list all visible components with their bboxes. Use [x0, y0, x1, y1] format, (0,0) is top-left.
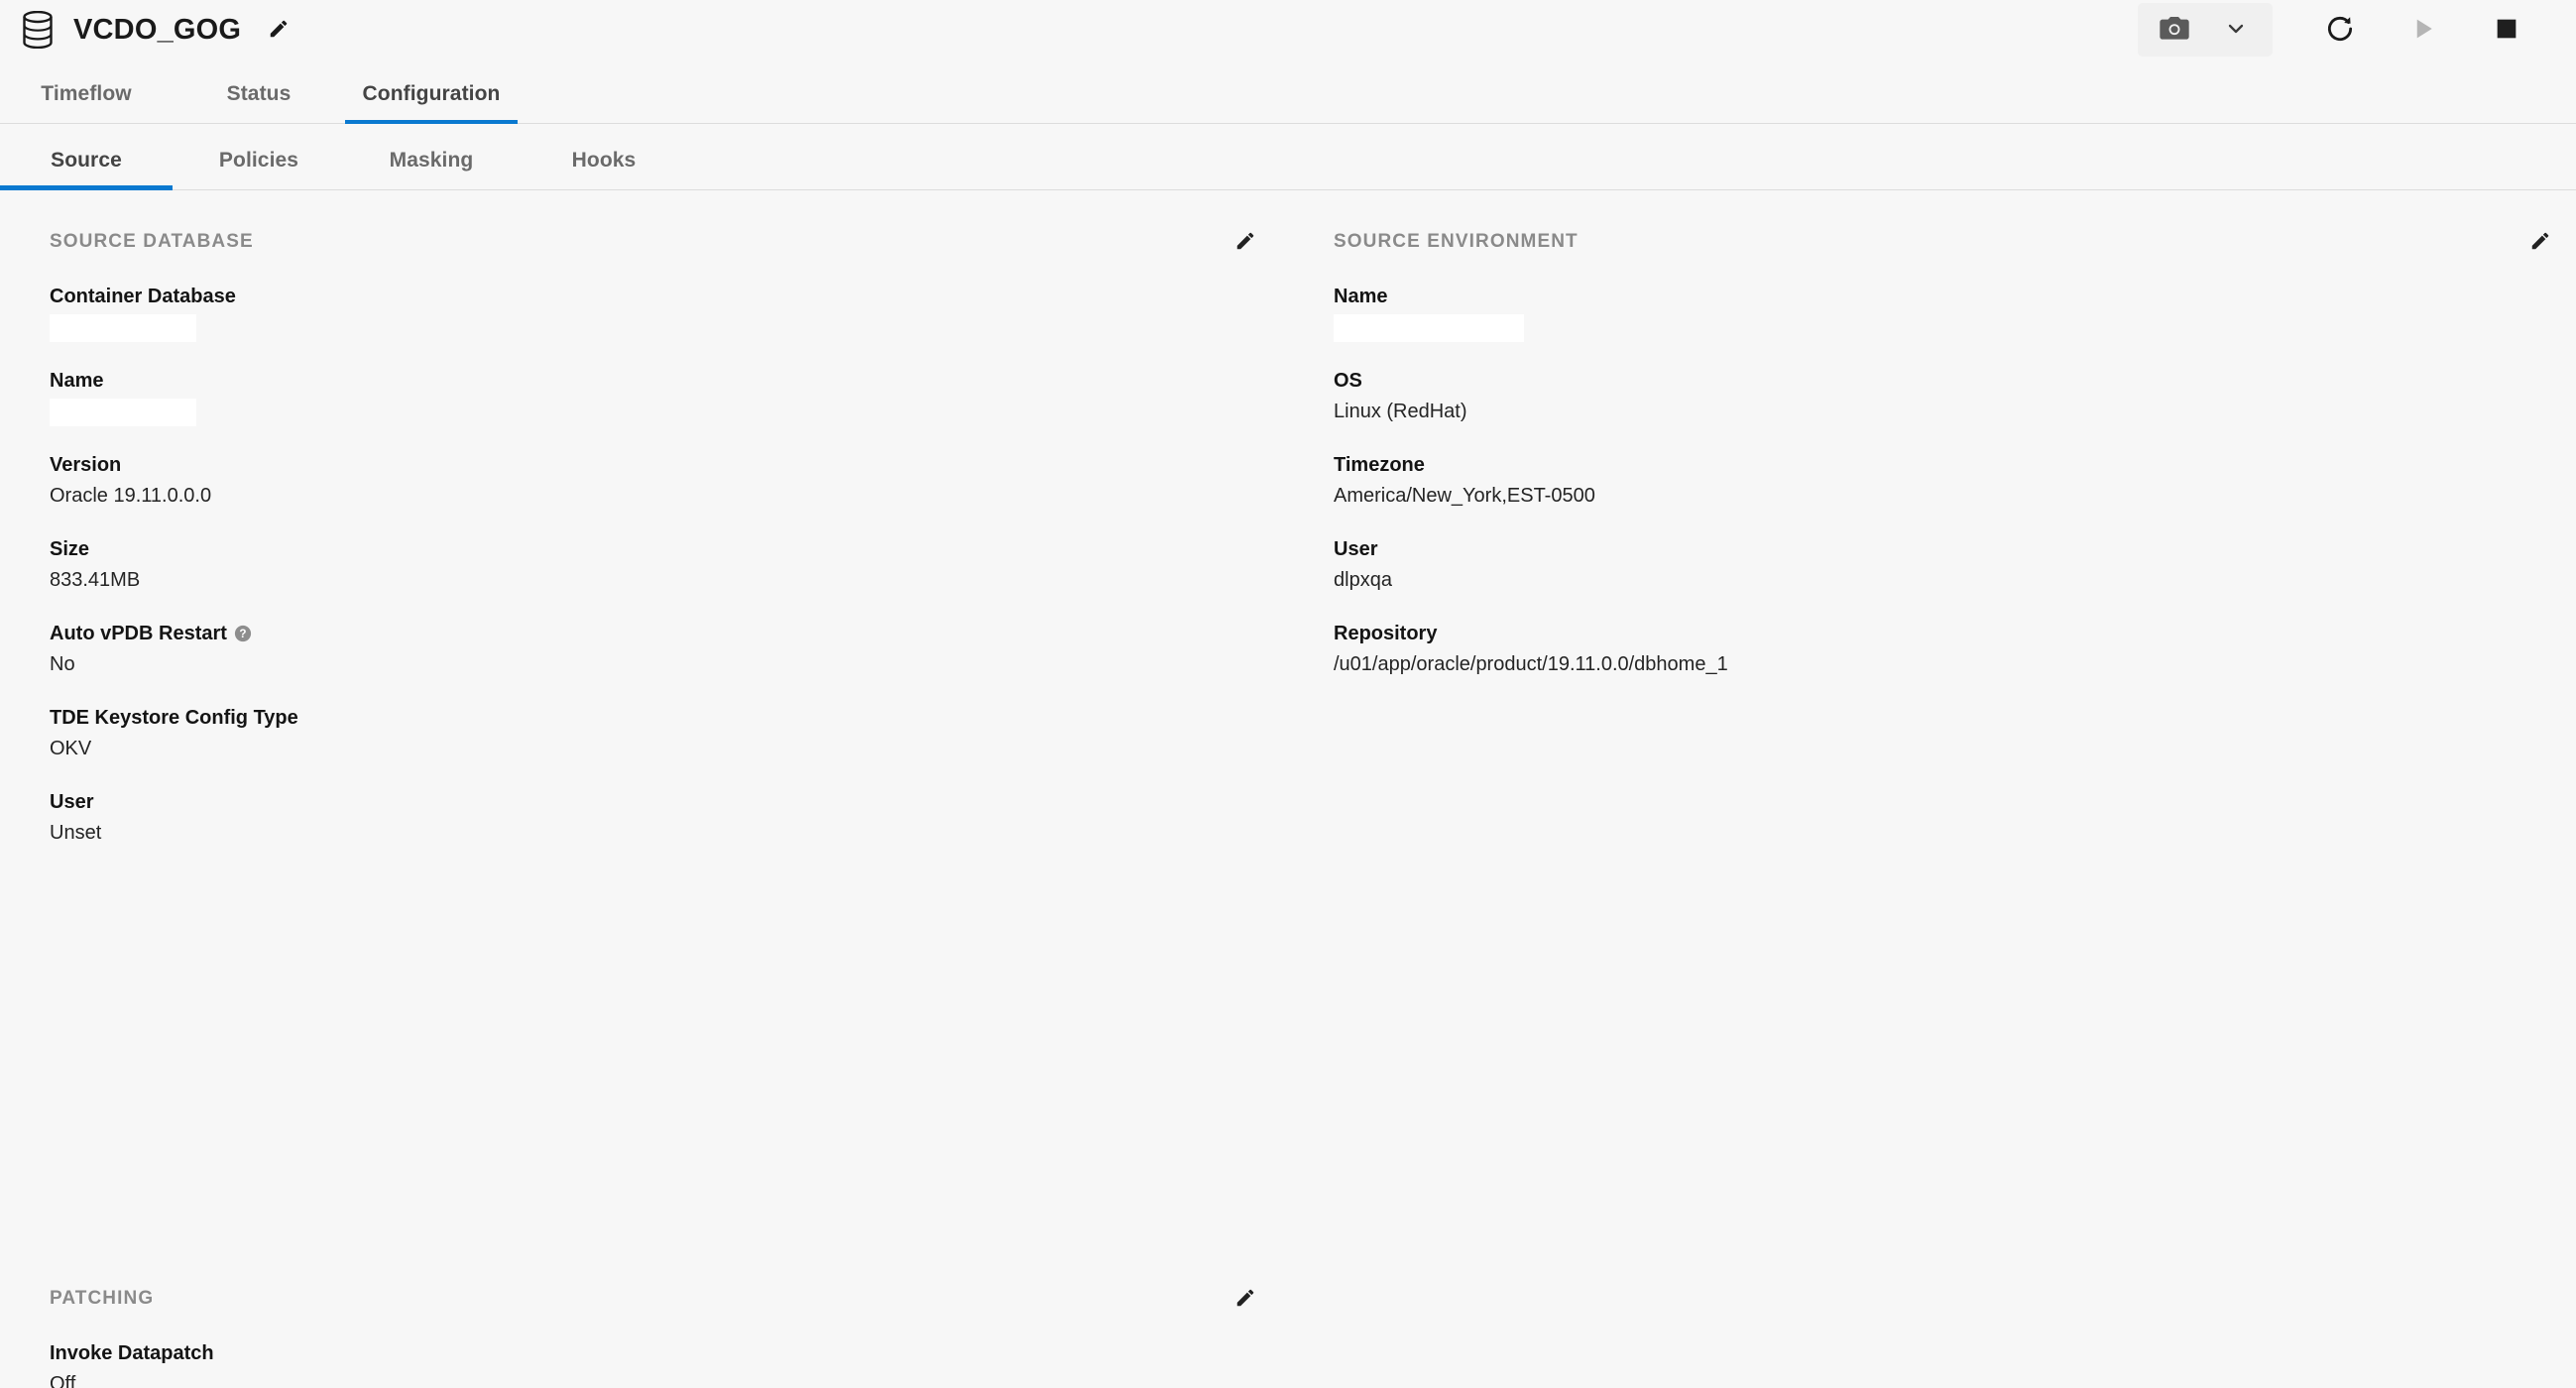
- help-icon[interactable]: ?: [234, 625, 252, 642]
- primary-tab-bar: Timeflow Status Configuration: [0, 59, 2576, 124]
- pencil-icon: [2529, 230, 2551, 255]
- svg-text:?: ?: [239, 628, 246, 640]
- configuration-source-content: SOURCE DATABASE Container Database Name: [0, 190, 2576, 1388]
- stop-button[interactable]: [2465, 3, 2548, 57]
- tab-masking[interactable]: Masking: [345, 149, 518, 190]
- patching-panel: PATCHING Invoke Datapatch Off Custom Env…: [0, 1283, 2576, 1388]
- field-label: User: [1334, 538, 1378, 560]
- source-database-section-header: SOURCE DATABASE: [50, 226, 1284, 258]
- field-value: 833.41MB: [50, 569, 141, 591]
- snapshot-dropdown-button[interactable]: [2205, 3, 2267, 57]
- field-value: No: [50, 653, 75, 675]
- field-label: OS: [1334, 370, 1362, 392]
- chevron-down-icon: [2224, 17, 2248, 44]
- pencil-icon: [1234, 1287, 1256, 1312]
- refresh-icon: [2324, 13, 2356, 48]
- refresh-button[interactable]: [2298, 3, 2382, 57]
- field-value: OKV: [50, 738, 92, 759]
- edit-patching-button[interactable]: [1224, 1277, 1267, 1321]
- field-label: Name: [1334, 286, 1388, 307]
- field-value: Unset: [50, 822, 102, 844]
- database-icon: [16, 8, 59, 52]
- field-auto-vpdb-restart: Auto vPDB Restart ? No: [50, 620, 1284, 679]
- header-actions: [2138, 3, 2548, 57]
- field-value: Off: [50, 1373, 76, 1388]
- pencil-icon: [268, 18, 290, 43]
- field-label: Size: [50, 538, 90, 560]
- field-value: dlpxqa: [1334, 569, 1392, 591]
- edit-title-button[interactable]: [259, 10, 298, 50]
- field-container-database: Container Database: [50, 283, 1284, 342]
- tab-timeflow[interactable]: Timeflow: [0, 82, 173, 124]
- tab-status[interactable]: Status: [173, 82, 345, 124]
- field-version: Version Oracle 19.11.0.0.0: [50, 451, 1284, 511]
- field-label: Invoke Datapatch: [50, 1342, 214, 1364]
- field-repository: Repository /u01/app/oracle/product/19.11…: [1334, 620, 2576, 679]
- app-header: VCDO_GOG: [0, 0, 2576, 59]
- edit-source-database-button[interactable]: [1224, 220, 1267, 264]
- field-label: User: [50, 791, 94, 813]
- play-icon: [2408, 14, 2438, 47]
- pencil-icon: [1234, 230, 1256, 255]
- field-value: /u01/app/oracle/product/19.11.0.0/dbhome…: [1334, 653, 1728, 675]
- tab-configuration[interactable]: Configuration: [345, 82, 518, 124]
- tab-hooks[interactable]: Hooks: [518, 149, 690, 190]
- start-button[interactable]: [2382, 3, 2465, 57]
- field-tde-keystore-config-type: TDE Keystore Config Type OKV: [50, 704, 1284, 763]
- panel-row: SOURCE DATABASE Container Database Name: [0, 190, 2576, 848]
- field-label-row: Auto vPDB Restart ?: [50, 620, 1284, 647]
- field-user: User Unset: [50, 788, 1284, 848]
- source-environment-section-header: SOURCE ENVIRONMENT: [1334, 226, 2576, 258]
- snapshot-button[interactable]: [2144, 3, 2205, 57]
- source-database-panel: SOURCE DATABASE Container Database Name: [0, 226, 1284, 848]
- bottom-area: PATCHING Invoke Datapatch Off Custom Env…: [0, 1283, 2576, 1388]
- field-label: TDE Keystore Config Type: [50, 707, 298, 729]
- field-timezone: Timezone America/New_York,EST-0500: [1334, 451, 2576, 511]
- tab-source[interactable]: Source: [0, 149, 173, 190]
- field-value: Linux (RedHat): [1334, 401, 1467, 422]
- field-os: OS Linux (RedHat): [1334, 367, 2576, 426]
- field-label: Version: [50, 454, 122, 476]
- field-label: Auto vPDB Restart: [50, 623, 227, 644]
- snapshot-button-group: [2138, 3, 2273, 57]
- source-environment-title: SOURCE ENVIRONMENT: [1334, 231, 1579, 252]
- field-size: Size 833.41MB: [50, 535, 1284, 595]
- field-value: America/New_York,EST-0500: [1334, 485, 1595, 507]
- patching-section-header: PATCHING: [50, 1283, 2576, 1315]
- field-value-redacted: [50, 399, 196, 426]
- page-title: VCDO_GOG: [73, 13, 242, 46]
- source-database-title: SOURCE DATABASE: [50, 231, 254, 252]
- secondary-tab-bar: Source Policies Masking Hooks: [0, 124, 2576, 190]
- field-label: Container Database: [50, 286, 236, 307]
- field-invoke-datapatch: Invoke Datapatch Off: [50, 1339, 2576, 1388]
- field-name: Name: [50, 367, 1284, 426]
- field-env-user: User dlpxqa: [1334, 535, 2576, 595]
- camera-icon: [2159, 15, 2190, 46]
- field-label: Name: [50, 370, 104, 392]
- field-env-name: Name: [1334, 283, 2576, 342]
- source-environment-panel: SOURCE ENVIRONMENT Name OS Linux (RedHat…: [1284, 226, 2576, 848]
- field-label: Timezone: [1334, 454, 1425, 476]
- header-left-group: VCDO_GOG: [16, 8, 298, 52]
- field-label: Repository: [1334, 623, 1438, 644]
- field-value-redacted: [50, 314, 196, 342]
- field-value-redacted: [1334, 314, 1524, 342]
- edit-source-environment-button[interactable]: [2518, 220, 2562, 264]
- stop-icon: [2493, 15, 2520, 46]
- patching-title: PATCHING: [50, 1288, 155, 1309]
- tab-policies[interactable]: Policies: [173, 149, 345, 190]
- field-value: Oracle 19.11.0.0.0: [50, 485, 212, 507]
